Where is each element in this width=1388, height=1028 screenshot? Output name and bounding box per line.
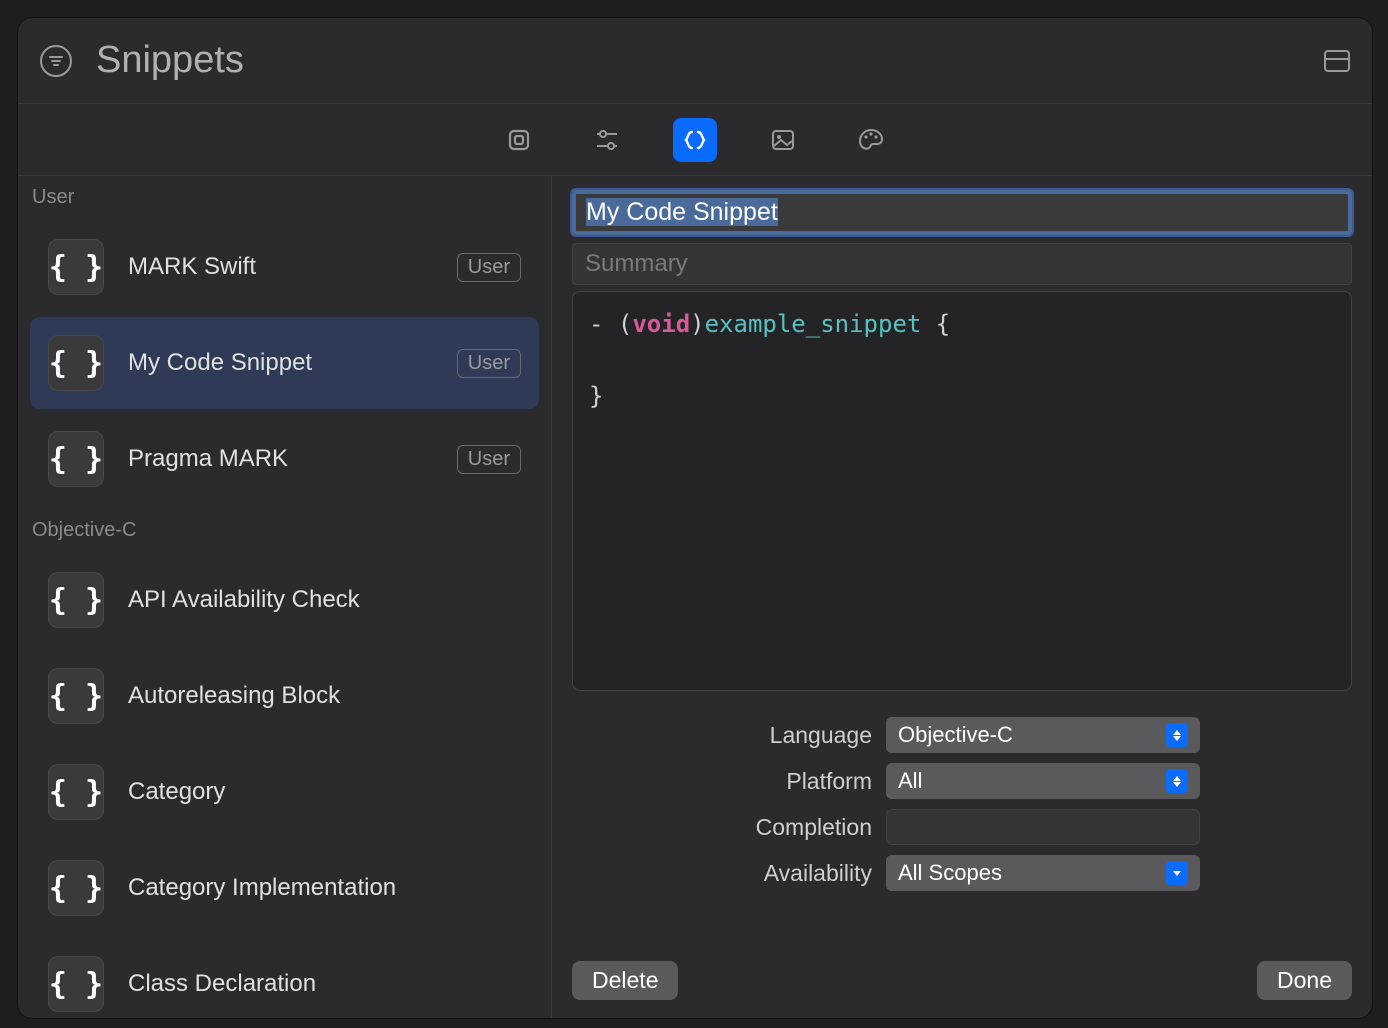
title-input[interactable]: My Code Snippet xyxy=(572,190,1352,235)
body: User { } MARK Swift User { } My Code Sni… xyxy=(18,176,1372,1018)
snippet-item[interactable]: { } Pragma MARK User xyxy=(30,413,539,505)
snippet-item[interactable]: { } Category xyxy=(30,746,539,838)
snippet-name: MARK Swift xyxy=(128,253,433,281)
language-label: Language xyxy=(572,722,872,749)
snippet-list: User { } MARK Swift User { } My Code Sni… xyxy=(18,176,552,1018)
platform-select[interactable]: All xyxy=(886,763,1200,799)
snippet-item[interactable]: { } Class Declaration xyxy=(30,938,539,1018)
group-header-user: User xyxy=(18,176,551,217)
braces-icon: { } xyxy=(48,860,104,916)
done-button[interactable]: Done xyxy=(1257,961,1352,1000)
user-badge: User xyxy=(457,253,521,282)
detail-panel: My Code Snippet Summary - (void)example_… xyxy=(552,176,1372,1018)
views-tab[interactable] xyxy=(497,118,541,162)
braces-icon: { } xyxy=(48,668,104,724)
availability-select[interactable]: All Scopes xyxy=(886,855,1200,891)
code-editor[interactable]: - (void)example_snippet { } xyxy=(572,291,1352,691)
delete-button[interactable]: Delete xyxy=(572,961,678,1000)
media-tab[interactable] xyxy=(761,118,805,162)
snippets-tab[interactable] xyxy=(673,118,717,162)
snippet-item[interactable]: { } My Code Snippet User xyxy=(30,317,539,409)
snippet-name: My Code Snippet xyxy=(128,349,433,377)
group-header-objc: Objective-C xyxy=(18,509,551,550)
titlebar: Snippets xyxy=(18,18,1372,104)
library-toolbar xyxy=(18,104,1372,176)
availability-label: Availability xyxy=(572,860,872,887)
completion-label: Completion xyxy=(572,814,872,841)
page-title: Snippets xyxy=(96,39,1324,82)
modifiers-tab[interactable] xyxy=(585,118,629,162)
braces-icon: { } xyxy=(48,956,104,1012)
user-badge: User xyxy=(457,445,521,474)
snippet-name: Category Implementation xyxy=(128,874,521,902)
braces-icon: { } xyxy=(48,239,104,295)
braces-icon: { } xyxy=(48,764,104,820)
footer: Delete Done xyxy=(572,961,1352,1000)
chevron-updown-icon xyxy=(1166,769,1188,793)
snippet-name: Category xyxy=(128,778,521,806)
filter-icon[interactable] xyxy=(40,45,72,77)
snippet-item[interactable]: { } MARK Swift User xyxy=(30,221,539,313)
language-select[interactable]: Objective-C xyxy=(886,717,1200,753)
colors-tab[interactable] xyxy=(849,118,893,162)
snippet-name: Class Declaration xyxy=(128,970,521,998)
language-row: Language Objective-C xyxy=(572,717,1352,753)
platform-label: Platform xyxy=(572,768,872,795)
chevron-down-icon xyxy=(1166,861,1188,885)
snippets-window: Snippets User { } MARK Swift User xyxy=(18,18,1372,1018)
platform-row: Platform All xyxy=(572,763,1352,799)
completion-row: Completion xyxy=(572,809,1352,845)
snippet-item[interactable]: { } API Availability Check xyxy=(30,554,539,646)
panel-toggle-icon[interactable] xyxy=(1324,50,1350,72)
snippet-item[interactable]: { } Autoreleasing Block xyxy=(30,650,539,742)
form: Language Objective-C Platform All Comple… xyxy=(572,717,1352,891)
chevron-updown-icon xyxy=(1166,723,1188,747)
availability-row: Availability All Scopes xyxy=(572,855,1352,891)
completion-input[interactable] xyxy=(886,809,1200,845)
user-badge: User xyxy=(457,349,521,378)
summary-input[interactable]: Summary xyxy=(572,243,1352,285)
braces-icon: { } xyxy=(48,572,104,628)
braces-icon: { } xyxy=(48,335,104,391)
snippet-item[interactable]: { } Category Implementation xyxy=(30,842,539,934)
snippet-name: Autoreleasing Block xyxy=(128,682,521,710)
snippet-name: Pragma MARK xyxy=(128,445,433,473)
snippet-name: API Availability Check xyxy=(128,586,521,614)
braces-icon: { } xyxy=(48,431,104,487)
